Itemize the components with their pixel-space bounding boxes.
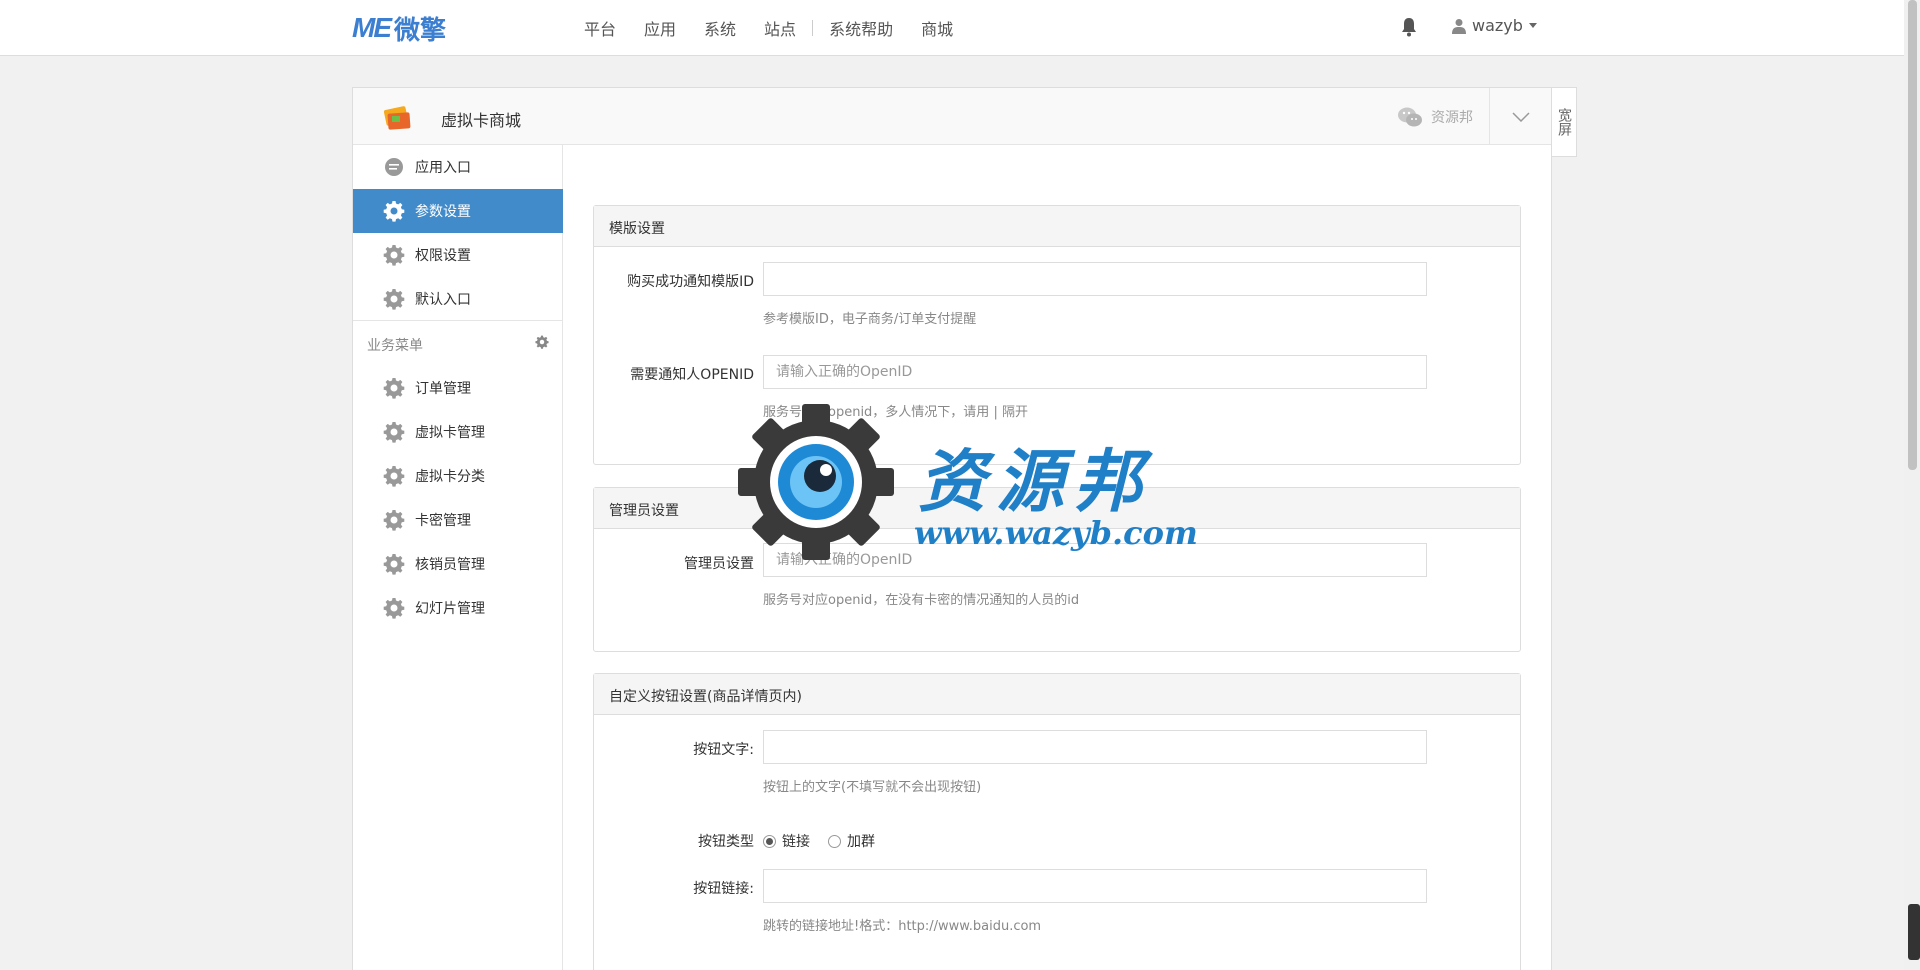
nav-site[interactable]: 站点 (750, 16, 810, 40)
sidebar-item-label: 默认入口 (415, 292, 471, 308)
field-label: 管理员设置 (684, 556, 754, 572)
sidebar-item-label: 幻灯片管理 (415, 601, 485, 617)
sidebar-item-label: 参数设置 (415, 204, 471, 220)
field-label: 按钮类型 (698, 834, 754, 850)
nav-divider (812, 20, 814, 36)
sidebar: 应用入口 参数设置 权限设置 默认入口 业务菜单 订单管理 虚拟卡管理 虚拟卡分… (353, 145, 563, 970)
sidebar-item-label: 权限设置 (415, 248, 471, 264)
admin-openid-input[interactable] (763, 543, 1427, 577)
field-help: 按钮上的文字(不填写就不会出现按钮) (763, 780, 982, 795)
field-help: 服务号对应openid，在没有卡密的情况通知的人员的id (763, 593, 1080, 608)
template-settings-box: 模版设置 购买成功通知模版ID 参考模版ID，电子商务/订单支付提醒 需要通知人… (593, 205, 1521, 465)
sidebar-item-slides[interactable]: 幻灯片管理 (353, 586, 563, 630)
wechat-icon (1398, 107, 1422, 127)
button-type-radio-group: 链接 加群 (763, 831, 875, 851)
radio-label: 加群 (847, 834, 875, 850)
floating-widget[interactable] (1908, 904, 1920, 960)
panel-header: 虚拟卡商城 资源邦 (353, 88, 1551, 145)
field-label: 购买成功通知模版ID (627, 274, 754, 290)
main-nav: 平台 应用 系统 站点 系统帮助 商城 (570, 0, 967, 56)
gear-icon (383, 201, 405, 222)
field-help: 服务号对应openid，多人情况下，请用 | 隔开 (763, 405, 1028, 420)
nav-store[interactable]: 商城 (907, 16, 967, 40)
sidebar-item-label: 核销员管理 (415, 557, 485, 573)
user-icon (1452, 18, 1466, 34)
sidebar-item-cards[interactable]: 虚拟卡管理 (353, 410, 563, 454)
nav-help[interactable]: 系统帮助 (815, 16, 907, 40)
sidebar-item-label: 应用入口 (415, 160, 471, 176)
page-scrollbar[interactable] (1904, 0, 1920, 970)
wide-screen-toggle[interactable]: 宽屏 (1551, 87, 1577, 157)
nav-apps[interactable]: 应用 (630, 16, 690, 40)
sidebar-item-params[interactable]: 参数设置 (353, 189, 563, 233)
gear-icon (383, 598, 405, 619)
custom-button-box: 自定义按钮设置(商品详情页内) 按钮文字: 按钮上的文字(不填写就不会出现按钮)… (593, 673, 1521, 970)
radio-link[interactable] (763, 834, 776, 848)
sidebar-divider (353, 320, 563, 321)
app-title: 虚拟卡商城 (441, 111, 522, 130)
collapse-button[interactable] (1489, 88, 1551, 145)
radio-label: 链接 (782, 834, 810, 850)
sidebar-item-permissions[interactable]: 权限设置 (353, 233, 563, 277)
username: wazyb (1472, 16, 1523, 35)
top-navbar: ME 微擎 平台 应用 系统 站点 系统帮助 商城 wazyb (0, 0, 1904, 56)
sidebar-item-card-keys[interactable]: 卡密管理 (353, 498, 563, 542)
bell-icon[interactable] (1400, 16, 1418, 38)
sidebar-item-default-entry[interactable]: 默认入口 (353, 277, 563, 321)
radio-group-join[interactable] (828, 834, 841, 848)
gear-icon (383, 378, 405, 399)
sidebar-item-label: 虚拟卡分类 (415, 469, 485, 485)
template-id-input[interactable] (763, 262, 1427, 296)
sidebar-group-title: 业务菜单 (367, 338, 423, 354)
app-icon (383, 106, 411, 130)
section-title: 模版设置 (594, 206, 1520, 247)
sidebar-item-app-entry[interactable]: 应用入口 (353, 145, 563, 189)
scrollbar-thumb[interactable] (1908, 0, 1917, 470)
chevron-down-icon (1511, 111, 1530, 122)
sidebar-item-label: 订单管理 (415, 381, 471, 397)
button-link-input[interactable] (763, 869, 1427, 903)
gear-icon (383, 510, 405, 531)
field-help: 跳转的链接地址!格式：http://www.baidu.com (763, 919, 1042, 934)
chat-icon (385, 158, 403, 176)
logo-text: 微擎 (394, 15, 447, 46)
logo-me: ME (352, 12, 392, 43)
logo[interactable]: ME 微擎 (352, 12, 447, 46)
user-menu[interactable]: wazyb (1452, 16, 1537, 35)
sidebar-item-verifiers[interactable]: 核销员管理 (353, 542, 563, 586)
gear-icon (383, 466, 405, 487)
wechat-account-name: 资源邦 (1431, 110, 1473, 126)
notify-openid-input[interactable] (763, 355, 1427, 389)
sidebar-item-orders[interactable]: 订单管理 (353, 366, 563, 410)
field-label: 按钮链接: (693, 881, 754, 897)
section-title: 管理员设置 (594, 488, 1520, 529)
section-title: 自定义按钮设置(商品详情页内) (594, 674, 1520, 715)
admin-settings-box: 管理员设置 管理员设置 服务号对应openid，在没有卡密的情况通知的人员的id (593, 487, 1521, 652)
sidebar-item-card-categories[interactable]: 虚拟卡分类 (353, 454, 563, 498)
sidebar-item-label: 卡密管理 (415, 513, 471, 529)
field-help: 参考模版ID，电子商务/订单支付提醒 (763, 312, 977, 327)
gear-icon (383, 245, 405, 266)
chevron-down-icon (1528, 23, 1537, 28)
nav-system[interactable]: 系统 (690, 16, 750, 40)
button-text-input[interactable] (763, 730, 1427, 764)
gear-icon[interactable] (535, 335, 549, 349)
gear-icon (383, 289, 405, 310)
nav-platform[interactable]: 平台 (570, 16, 630, 40)
gear-icon (383, 554, 405, 575)
wechat-account[interactable]: 资源邦 (1397, 106, 1473, 128)
sidebar-item-label: 虚拟卡管理 (415, 425, 485, 441)
field-label: 需要通知人OPENID (630, 367, 754, 383)
field-label: 按钮文字: (693, 742, 754, 758)
gear-icon (383, 422, 405, 443)
